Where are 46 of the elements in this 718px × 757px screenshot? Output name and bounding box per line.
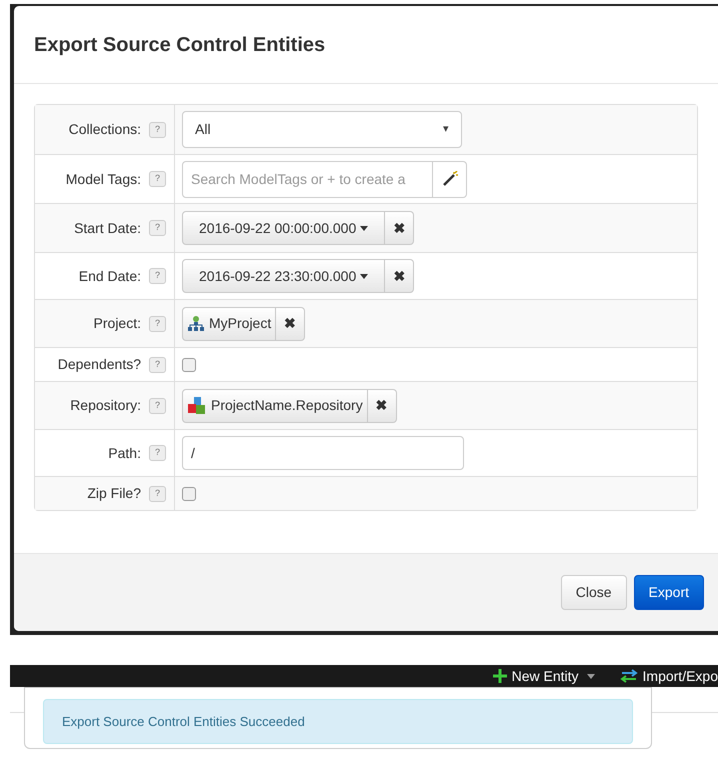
plus-icon bbox=[492, 668, 508, 684]
checkbox[interactable] bbox=[182, 486, 196, 500]
dialog-title: Export Source Control Entities bbox=[34, 32, 326, 58]
field-label: Model Tags: bbox=[66, 170, 141, 189]
help-button[interactable]: ? bbox=[149, 316, 166, 332]
help-button[interactable]: ? bbox=[149, 356, 166, 372]
collections-select[interactable]: All ▾ bbox=[182, 111, 462, 148]
help-button[interactable]: ? bbox=[149, 268, 166, 284]
chip-label: ProjectName.Repository bbox=[211, 396, 363, 415]
org-chart-icon bbox=[187, 314, 205, 332]
field-label: Collections: bbox=[68, 120, 141, 139]
close-button[interactable]: Close bbox=[560, 575, 627, 610]
caret-icon: ▾ bbox=[443, 121, 449, 138]
help-button[interactable]: ? bbox=[149, 122, 166, 138]
help-button[interactable]: ? bbox=[149, 398, 166, 414]
export-button[interactable]: Export bbox=[634, 575, 704, 610]
field-label: Dependents? bbox=[58, 355, 141, 374]
remove-button[interactable]: ✖ bbox=[368, 388, 397, 422]
path-field[interactable]: / bbox=[182, 436, 464, 470]
field-label: Start Date: bbox=[74, 218, 141, 238]
date-dropdown[interactable]: 2016-09-22 23:30:00.000 bbox=[182, 259, 386, 293]
blocks-icon bbox=[187, 396, 207, 416]
help-button[interactable]: ? bbox=[149, 220, 166, 236]
clear-button[interactable]: ✖ bbox=[385, 259, 414, 293]
magic-wand-button[interactable] bbox=[433, 160, 467, 198]
help-button[interactable]: ? bbox=[149, 486, 166, 502]
nav-menu-item[interactable]: Import/Expo bbox=[618, 666, 718, 686]
nav-menu-item[interactable]: New Entity bbox=[492, 666, 595, 686]
remove-button[interactable]: ✖ bbox=[276, 306, 306, 340]
chip-label: MyProject bbox=[209, 314, 272, 333]
swap-arrows-icon bbox=[618, 668, 639, 684]
caret-icon bbox=[360, 226, 368, 230]
magic-wand-icon bbox=[442, 171, 458, 187]
success-alert: Export Source Control Entities Succeeded bbox=[43, 699, 633, 744]
field-label: Path: bbox=[108, 444, 141, 462]
field-label: End Date: bbox=[78, 266, 141, 286]
clear-button[interactable]: ✖ bbox=[385, 211, 414, 245]
date-dropdown[interactable]: 2016-09-22 00:00:00.000 bbox=[182, 211, 386, 245]
help-button[interactable]: ? bbox=[149, 171, 166, 187]
tags-search-field[interactable]: Search ModelTags or + to create a bbox=[182, 160, 433, 198]
caret-icon bbox=[360, 274, 368, 278]
checkbox[interactable] bbox=[182, 358, 196, 372]
field-label: Zip File? bbox=[87, 484, 141, 503]
field-label: Project: bbox=[94, 314, 141, 333]
help-button[interactable]: ? bbox=[149, 445, 166, 461]
field-label: Repository: bbox=[70, 396, 141, 415]
